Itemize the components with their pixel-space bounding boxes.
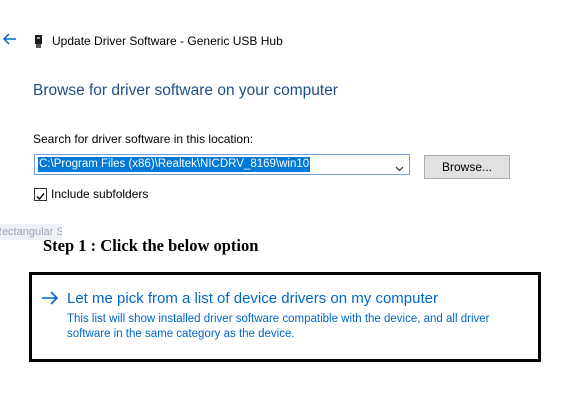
search-location-label: Search for driver software in this locat…	[33, 132, 254, 146]
include-subfolders-label[interactable]: Include subfolders	[51, 187, 148, 201]
window-title: Update Driver Software - Generic USB Hub	[52, 34, 283, 48]
arrow-right-icon	[40, 290, 60, 306]
checkmark-icon	[36, 193, 45, 201]
usb-device-icon	[33, 35, 44, 48]
pick-option-description: This list will show installed driver sof…	[67, 313, 490, 340]
page-heading: Browse for driver software on your compu…	[33, 82, 338, 99]
step-annotation: Step 1 : Click the below option	[43, 236, 259, 255]
browse-button[interactable]: Browse...	[424, 155, 510, 179]
include-subfolders-checkbox[interactable]	[34, 188, 47, 201]
path-input-value[interactable]: C:\Program Files (x86)\Realtek\NICDRV_81…	[38, 157, 311, 172]
back-arrow-icon[interactable]	[2, 33, 19, 47]
chevron-down-icon[interactable]	[395, 160, 404, 172]
path-combobox[interactable]: C:\Program Files (x86)\Realtek\NICDRV_81…	[34, 154, 410, 175]
pick-option-title[interactable]: Let me pick from a list of device driver…	[67, 290, 438, 307]
